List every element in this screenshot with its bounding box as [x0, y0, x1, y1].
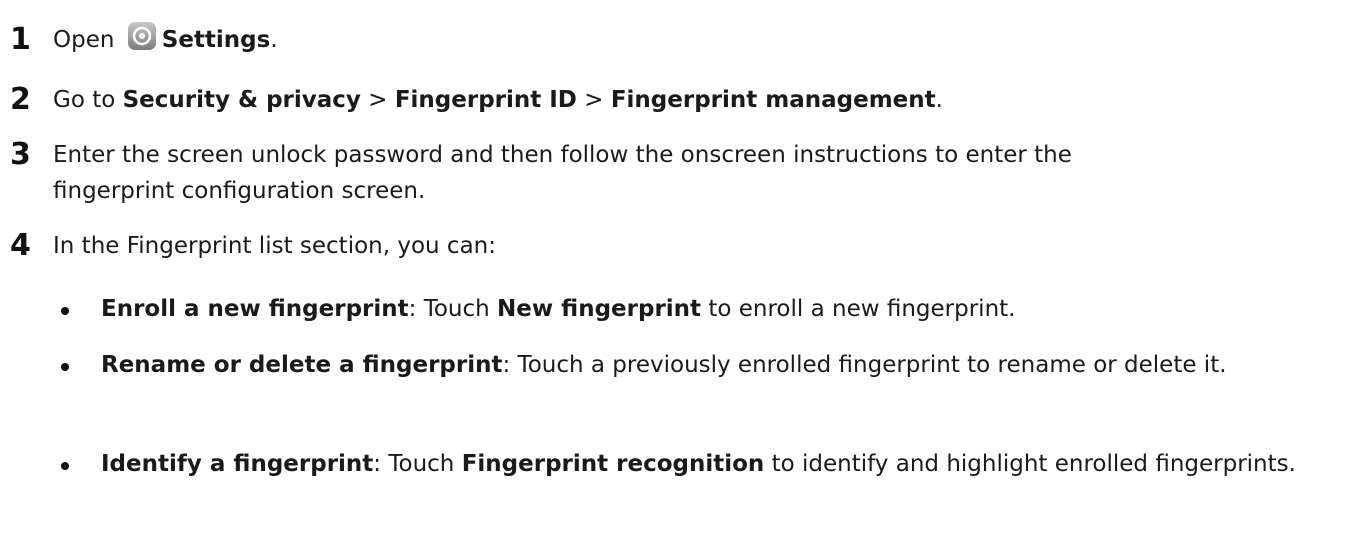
settings-label: Settings: [161, 27, 271, 53]
step-number: 2: [10, 82, 31, 117]
bullet-dot: [61, 307, 69, 315]
new-fingerprint-label: New fingerprint: [497, 296, 702, 322]
bullet-pre: : Touch: [373, 451, 462, 477]
fingerprint-management-label: Fingerprint management: [610, 87, 936, 113]
step-text-prefix: Go to: [53, 87, 123, 113]
step-text: In the Fingerprint list section, you can…: [53, 233, 496, 259]
step-text-line: Enter the screen unlock password and the…: [53, 142, 1072, 168]
step-number: 4: [10, 228, 31, 263]
step-text-suffix: .: [935, 87, 943, 113]
bullet-dot: [61, 462, 69, 470]
separator: >: [360, 87, 395, 113]
fingerprint-recognition-label: Fingerprint recognition: [461, 451, 765, 477]
bullet-title: Identify a fingerprint: [101, 451, 374, 477]
bullet-text: Rename or delete a fingerprint: Touch a …: [101, 343, 1332, 388]
step-text-line: fingerprint configuration screen.: [53, 178, 426, 204]
separator: >: [576, 87, 611, 113]
step-text: Go to Security & privacy > Fingerprint I…: [53, 82, 1352, 118]
bullet-pre: : Touch: [408, 296, 498, 322]
step-number: 3: [10, 137, 31, 172]
bullet-dot: [61, 363, 69, 371]
fingerprint-id-label: Fingerprint ID: [394, 87, 577, 113]
bullet-post: : Touch a previously enrolled fingerprin…: [502, 352, 1227, 378]
step-number: 1: [10, 22, 31, 57]
bullet-post: to enroll a new fingerprint.: [701, 296, 1016, 322]
bullet-post: to identify and highlight enrolled finge…: [764, 451, 1296, 477]
bullet-text: Enroll a new fingerprint: Touch New fing…: [101, 287, 1352, 332]
security-privacy-label: Security & privacy: [122, 87, 361, 113]
step-text-prefix: Open: [53, 27, 122, 53]
step-text: Enter the screen unlock password and the…: [53, 137, 1352, 209]
step-text: Open Settings.: [53, 22, 1352, 58]
bullet-text: Identify a fingerprint: Touch Fingerprin…: [101, 442, 1312, 487]
settings-icon: [127, 22, 156, 50]
bullet-title: Rename or delete a fingerprint: [101, 352, 503, 378]
step-text-suffix: .: [270, 27, 278, 53]
bullet-title: Enroll a new fingerprint: [101, 296, 409, 322]
